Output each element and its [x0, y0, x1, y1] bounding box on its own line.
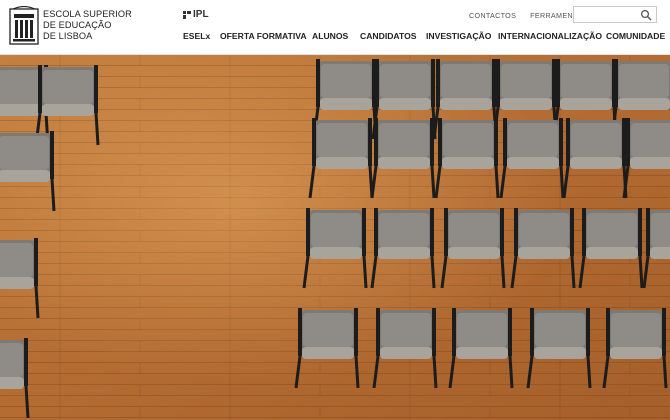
nav-item-internacionalizacao[interactable]: INTERNACIONALIZAÇÃO [498, 31, 602, 41]
ipl-logo-text: IPL [193, 9, 209, 20]
chairs-right-block [294, 57, 670, 390]
ipl-mark-icon [183, 10, 191, 19]
auditorium-chairs-illustration [0, 55, 670, 420]
nav-item-comunidade[interactable]: COMUNIDADE [606, 31, 665, 41]
contactos-link[interactable]: CONTACTOS [469, 11, 516, 20]
nav-item-oferta-formativa[interactable]: OFERTA FORMATIVA [220, 31, 307, 41]
school-name-line: DE EDUCAÇÃO [43, 20, 112, 30]
nav-item-investigacao[interactable]: INVESTIGAÇÃO [426, 31, 491, 41]
main-nav: ESELx OFERTA FORMATIVA ALUNOS CANDIDATOS… [0, 31, 670, 45]
search-input[interactable] [576, 8, 642, 21]
hero-image [0, 55, 670, 420]
utility-links: CONTACTOS FERRAMENTAS [469, 11, 587, 20]
site-header: ESCOLA SUPERIOR DE EDUCAÇÃO DE LISBOA IP… [0, 0, 670, 55]
nav-item-candidatos[interactable]: CANDIDATOS [360, 31, 417, 41]
school-name-line: ESCOLA SUPERIOR [43, 9, 132, 19]
search-box [573, 6, 657, 23]
search-icon[interactable] [640, 9, 652, 21]
ipl-logo[interactable]: IPL [183, 9, 209, 20]
nav-item-alunos[interactable]: ALUNOS [312, 31, 348, 41]
nav-item-eselx[interactable]: ESELx [183, 31, 210, 41]
